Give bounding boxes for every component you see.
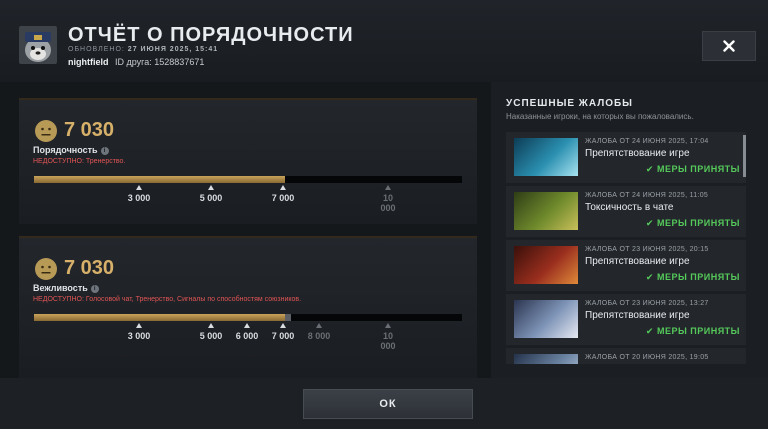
conduct-tick: 10 000	[377, 185, 399, 213]
reports-title: УСПЕШНЫЕ ЖАЛОБЫ	[506, 98, 633, 109]
politeness-label: Вежливость i	[33, 283, 99, 293]
footer: ОК	[0, 378, 768, 429]
politeness-progress-bar	[34, 314, 462, 321]
close-button[interactable]	[702, 31, 756, 61]
updated-timestamp: ОБНОВЛЕНО: 27 ИЮНЯ 2025, 15:41	[68, 46, 218, 53]
header: ОТЧЁТ О ПОРЯДОЧНОСТИ ОБНОВЛЕНО: 27 ИЮНЯ …	[0, 0, 768, 82]
politeness-unavailable: НЕДОСТУПНО: Голосовой чат, Тренерство, С…	[33, 296, 301, 303]
conduct-label: Порядочность i	[33, 145, 109, 155]
politeness-progress-fill	[34, 314, 285, 321]
hero-portrait	[514, 300, 578, 338]
unavailable-label: НЕДОСТУПНО:	[33, 158, 84, 165]
reports-subtitle: Наказанные игроки, на которых вы пожалов…	[506, 112, 694, 121]
unavailable-items: Тренерство.	[85, 158, 126, 165]
unavailable-label: НЕДОСТУПНО:	[33, 296, 84, 303]
main-content: 7 030 Порядочность i НЕДОСТУПНО: Тренерст…	[0, 82, 768, 378]
conduct-tick: 3 000	[119, 185, 159, 203]
politeness-card: 7 030 Вежливость i НЕДОСТУПНО: Голосовой …	[19, 236, 477, 378]
user-info: nightfield ID друга: 1528837671	[68, 57, 204, 67]
conduct-progress-bar	[34, 176, 462, 183]
reports-panel: УСПЕШНЫЕ ЖАЛОБЫ Наказанные игроки, на ко…	[491, 82, 768, 378]
checkmark-icon: ✔	[645, 218, 654, 228]
politeness-score: 7 030	[64, 257, 115, 279]
report-status: ✔ МЕРЫ ПРИНЯТЫ	[645, 164, 740, 174]
politeness-tick: 10 000	[377, 323, 399, 351]
page-title: ОТЧЁТ О ПОРЯДОЧНОСТИ	[68, 24, 354, 46]
hero-portrait	[514, 354, 578, 364]
hero-portrait	[514, 246, 578, 284]
report-item[interactable]: ЖАЛОБА ОТ 23 ИЮНЯ 2025, 20:15 Препятство…	[506, 240, 746, 291]
report-reason: Токсичность в чате	[585, 202, 674, 213]
report-item[interactable]: ЖАЛОБА ОТ 20 ИЮНЯ 2025, 19:05	[506, 348, 746, 364]
politeness-tick: 7 000	[263, 323, 303, 341]
checkmark-icon: ✔	[645, 272, 654, 282]
conduct-unavailable: НЕДОСТУПНО: Тренерство.	[33, 158, 125, 165]
report-reason: Препятствование игре	[585, 310, 690, 321]
politeness-tick: 8 000	[299, 323, 339, 341]
report-date: ЖАЛОБА ОТ 24 ИЮНЯ 2025, 11:05	[585, 192, 709, 199]
info-icon[interactable]: i	[100, 146, 109, 155]
ok-button[interactable]: ОК	[303, 389, 473, 419]
politeness-label-text: Вежливость	[33, 283, 88, 293]
report-item[interactable]: ЖАЛОБА ОТ 24 ИЮНЯ 2025, 17:04 Препятство…	[506, 132, 746, 183]
conduct-card: 7 030 Порядочность i НЕДОСТУПНО: Тренерст…	[19, 98, 477, 224]
politeness-tick: 3 000	[119, 323, 159, 341]
reports-list[interactable]: ЖАЛОБА ОТ 24 ИЮНЯ 2025, 17:04 Препятство…	[506, 132, 754, 364]
report-date: ЖАЛОБА ОТ 23 ИЮНЯ 2025, 13:27	[585, 300, 709, 307]
hero-portrait	[514, 138, 578, 176]
report-date: ЖАЛОБА ОТ 23 ИЮНЯ 2025, 20:15	[585, 246, 709, 253]
friend-id: 1528837671	[154, 57, 205, 67]
report-reason: Препятствование игре	[585, 256, 690, 267]
neutral-face-icon	[35, 120, 57, 142]
politeness-progress-gray	[285, 314, 291, 321]
unavailable-items: Голосовой чат, Тренерство, Сигналы по сп…	[85, 296, 302, 303]
checkmark-icon: ✔	[645, 326, 654, 336]
reports-scrollbar[interactable]	[743, 135, 746, 177]
report-date: ЖАЛОБА ОТ 24 ИЮНЯ 2025, 17:04	[585, 138, 709, 145]
politeness-tick: 5 000	[191, 323, 231, 341]
updated-label: ОБНОВЛЕНО:	[68, 46, 125, 53]
report-item[interactable]: ЖАЛОБА ОТ 23 ИЮНЯ 2025, 13:27 Препятство…	[506, 294, 746, 345]
conduct-tick: 5 000	[191, 185, 231, 203]
report-status: ✔ МЕРЫ ПРИНЯТЫ	[645, 218, 740, 228]
conduct-progress-fill	[34, 176, 285, 183]
conduct-tick: 7 000	[263, 185, 303, 203]
conduct-report-dialog: ОТЧЁТ О ПОРЯДОЧНОСТИ ОБНОВЛЕНО: 27 ИЮНЯ …	[0, 0, 768, 429]
info-icon[interactable]: i	[90, 284, 99, 293]
checkmark-icon: ✔	[645, 164, 654, 174]
report-status: ✔ МЕРЫ ПРИНЯТЫ	[645, 326, 740, 336]
neutral-face-icon	[35, 258, 57, 280]
report-status: ✔ МЕРЫ ПРИНЯТЫ	[645, 272, 740, 282]
username: nightfield	[68, 57, 109, 67]
report-reason: Препятствование игре	[585, 148, 690, 159]
close-icon	[723, 40, 735, 52]
avatar	[19, 26, 57, 64]
conduct-score: 7 030	[64, 119, 115, 141]
scores-panel[interactable]: 7 030 Порядочность i НЕДОСТУПНО: Тренерст…	[19, 98, 477, 378]
report-date: ЖАЛОБА ОТ 20 ИЮНЯ 2025, 19:05	[585, 354, 709, 361]
updated-value: 27 ИЮНЯ 2025, 15:41	[127, 46, 219, 53]
hero-portrait	[514, 192, 578, 230]
politeness-tick: 6 000	[227, 323, 267, 341]
friend-id-label: ID друга:	[115, 57, 152, 67]
report-item[interactable]: ЖАЛОБА ОТ 24 ИЮНЯ 2025, 11:05 Токсичност…	[506, 186, 746, 237]
conduct-label-text: Порядочность	[33, 145, 98, 155]
